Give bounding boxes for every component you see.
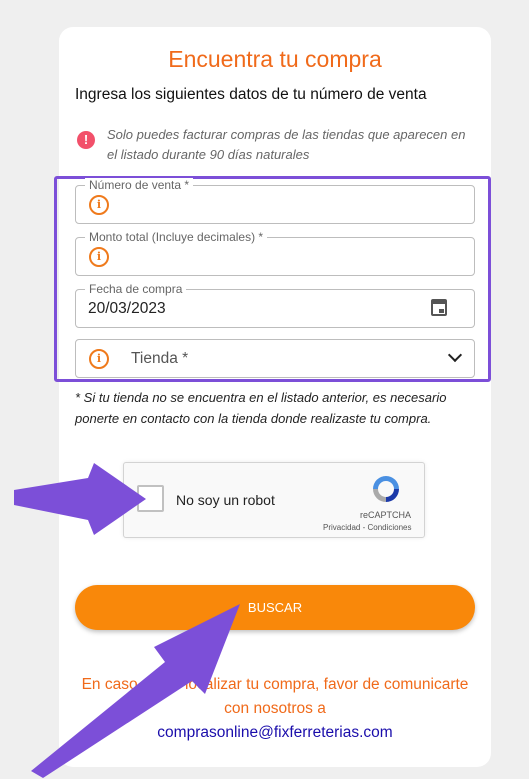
fecha-compra-field[interactable]: Fecha de compra 20/03/2023 <box>75 282 475 328</box>
info-icon[interactable]: i <box>89 195 109 215</box>
alert-icon: ! <box>77 131 95 149</box>
disclaimer-text: * Si tu tienda no se encuentra en el lis… <box>75 390 447 426</box>
monto-total-label: Monto total (Incluye decimales) * <box>85 230 268 244</box>
fecha-compra-value[interactable]: 20/03/2023 <box>88 300 166 318</box>
info-icon[interactable]: i <box>89 247 109 267</box>
recaptcha-widget: No soy un robot reCAPTCHA Privacidad - C… <box>123 462 425 538</box>
numero-venta-field[interactable]: Número de venta * i <box>75 178 475 224</box>
recaptcha-brand: reCAPTCHA <box>360 510 412 520</box>
calendar-icon[interactable] <box>431 299 447 316</box>
footer-text: En caso de no localizar tu compra, favor… <box>75 673 475 745</box>
page-title: Encuentra tu compra <box>168 46 382 72</box>
recaptcha-checkbox[interactable] <box>137 485 164 512</box>
recaptcha-label: No soy un robot <box>176 492 275 508</box>
chevron-down-icon[interactable] <box>447 347 463 363</box>
notice-text: Solo puedes facturar compras de las tien… <box>107 127 466 162</box>
tienda-placeholder: Tienda * <box>131 350 189 367</box>
footer-message: En caso de no localizar tu compra, favor… <box>81 676 469 717</box>
tienda-select[interactable]: i Tienda * <box>75 339 475 378</box>
recaptcha-links[interactable]: Privacidad - Condiciones <box>323 523 412 532</box>
numero-venta-label: Número de venta * <box>85 178 194 192</box>
page-subtitle: Ingresa los siguientes datos de tu númer… <box>75 86 427 103</box>
footer-email-link[interactable]: comprasonline@fixferreterias.com <box>157 724 392 741</box>
buscar-button[interactable]: BUSCAR <box>75 585 475 630</box>
recaptcha-logo-icon <box>373 476 399 502</box>
monto-total-field[interactable]: Monto total (Incluye decimales) * i <box>75 230 475 276</box>
fecha-compra-label: Fecha de compra <box>85 282 187 296</box>
info-icon[interactable]: i <box>89 349 109 369</box>
